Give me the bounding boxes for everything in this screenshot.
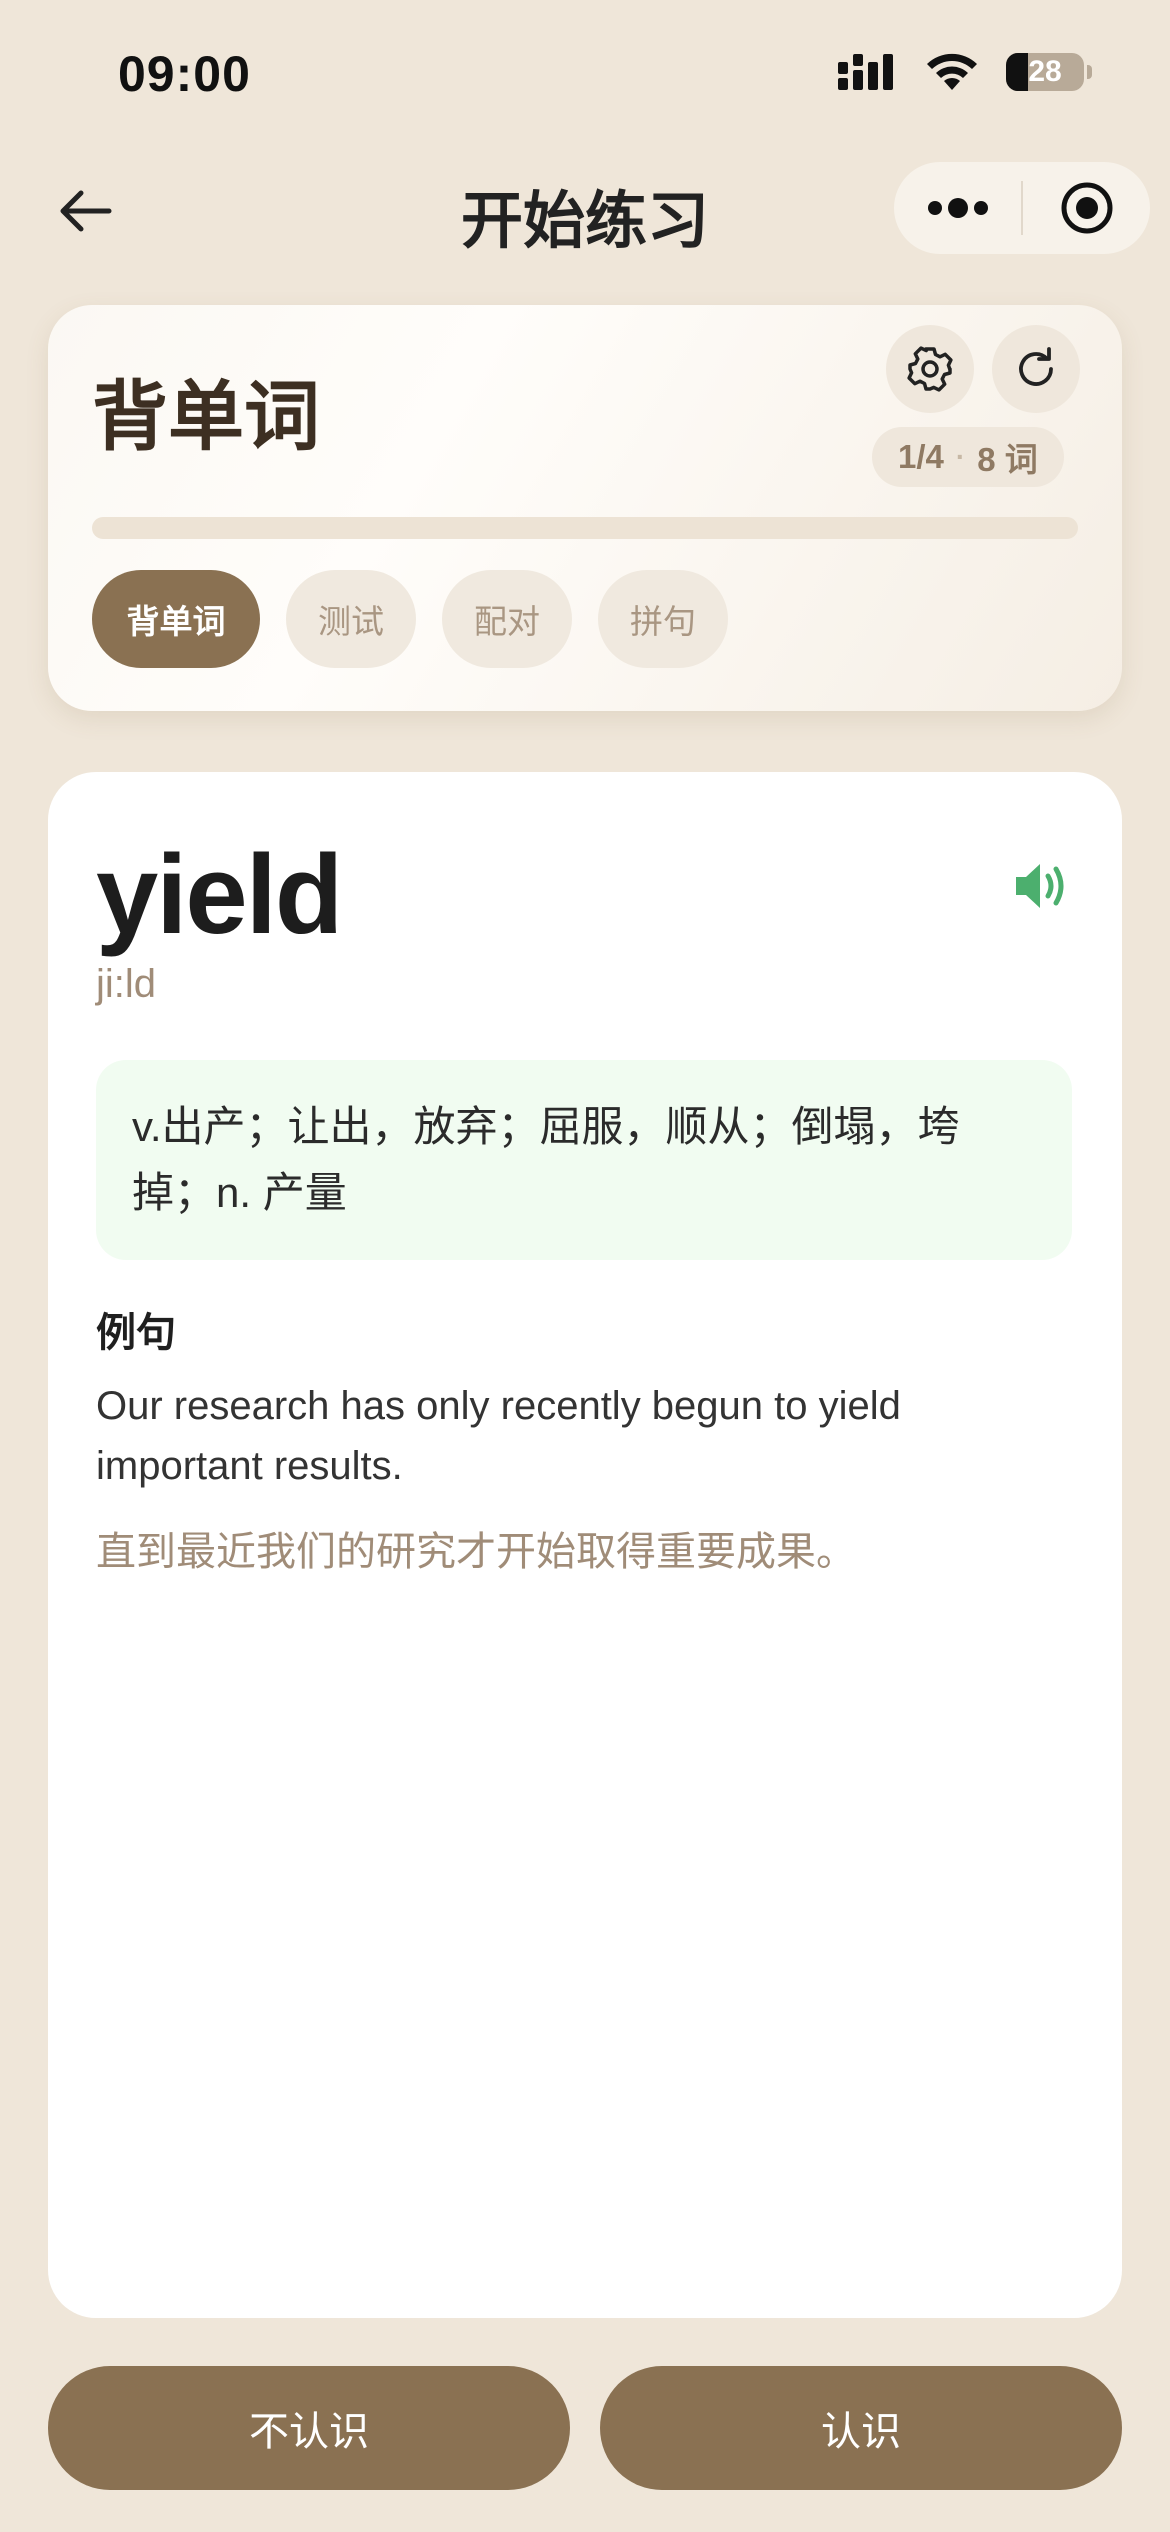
more-menu-button[interactable] <box>894 162 1021 254</box>
dont-know-button[interactable]: 不认识 <box>48 2366 570 2490</box>
record-circle-icon <box>1061 182 1112 234</box>
nav-bar: 开始练习 <box>0 150 1170 265</box>
phonetic-transcription: ji:ld <box>96 962 157 1006</box>
example-heading: 例句 <box>96 1311 176 1355</box>
gear-icon <box>907 346 953 392</box>
pronounce-button[interactable] <box>1010 854 1074 918</box>
vocabulary-word: yield <box>96 832 343 957</box>
status-time: 09:00 <box>118 46 251 102</box>
status-icons: 28 <box>838 52 1092 92</box>
battery-icon: 28 <box>1006 53 1084 91</box>
example-sentence-zh: 直到最近我们的研究才开始取得重要成果。 <box>96 1530 856 1574</box>
wifi-icon <box>927 53 977 90</box>
tab-sentence[interactable]: 拼句 <box>598 570 728 668</box>
tab-memorize[interactable]: 背单词 <box>92 570 260 668</box>
speaker-icon <box>1016 864 1064 908</box>
progress-bar <box>92 517 1078 539</box>
definition-box: v.出产；让出，放弃；屈服，顺从；倒塌，垮掉；n. 产量 <box>96 1060 1072 1260</box>
progress-counter: 1/4 · 8 词 <box>872 427 1064 487</box>
mode-title: 背单词 <box>92 375 320 460</box>
close-program-button[interactable] <box>1023 162 1150 254</box>
mini-program-capsule <box>894 162 1150 254</box>
tab-test[interactable]: 测试 <box>286 570 416 668</box>
battery-fill <box>1006 53 1028 91</box>
refresh-icon <box>1019 347 1053 386</box>
mode-header-card: 背单词 1/4 · 8 词 背单词 测试 配对 拼句 <box>48 305 1122 711</box>
example-sentence-en: Our research has only recently begun to … <box>96 1384 901 1488</box>
mode-tabs: 背单词 测试 配对 拼句 <box>92 570 728 668</box>
more-dots-icon <box>927 198 988 218</box>
progress-separator: · <box>955 441 966 472</box>
settings-button[interactable] <box>886 325 974 413</box>
know-button[interactable]: 认识 <box>600 2366 1122 2490</box>
word-card: yield ji:ld v.出产；让出，放弃；屈服，顺从；倒塌，垮掉；n. 产量… <box>48 772 1122 2318</box>
cellular-signal-icon <box>838 54 893 90</box>
refresh-button[interactable] <box>992 325 1080 413</box>
battery-level-text: 28 <box>1028 55 1062 88</box>
word-count: 8 词 <box>977 441 1038 478</box>
tab-match[interactable]: 配对 <box>442 570 572 668</box>
answer-buttons: 不认识 认识 <box>48 2366 1122 2490</box>
progress-position: 1/4 <box>898 438 944 475</box>
battery-tip <box>1087 65 1092 79</box>
definition-text: v.出产；让出，放弃；屈服，顺从；倒塌，垮掉；n. 产量 <box>132 1103 960 1216</box>
status-bar: 09:00 28 <box>0 0 1170 150</box>
